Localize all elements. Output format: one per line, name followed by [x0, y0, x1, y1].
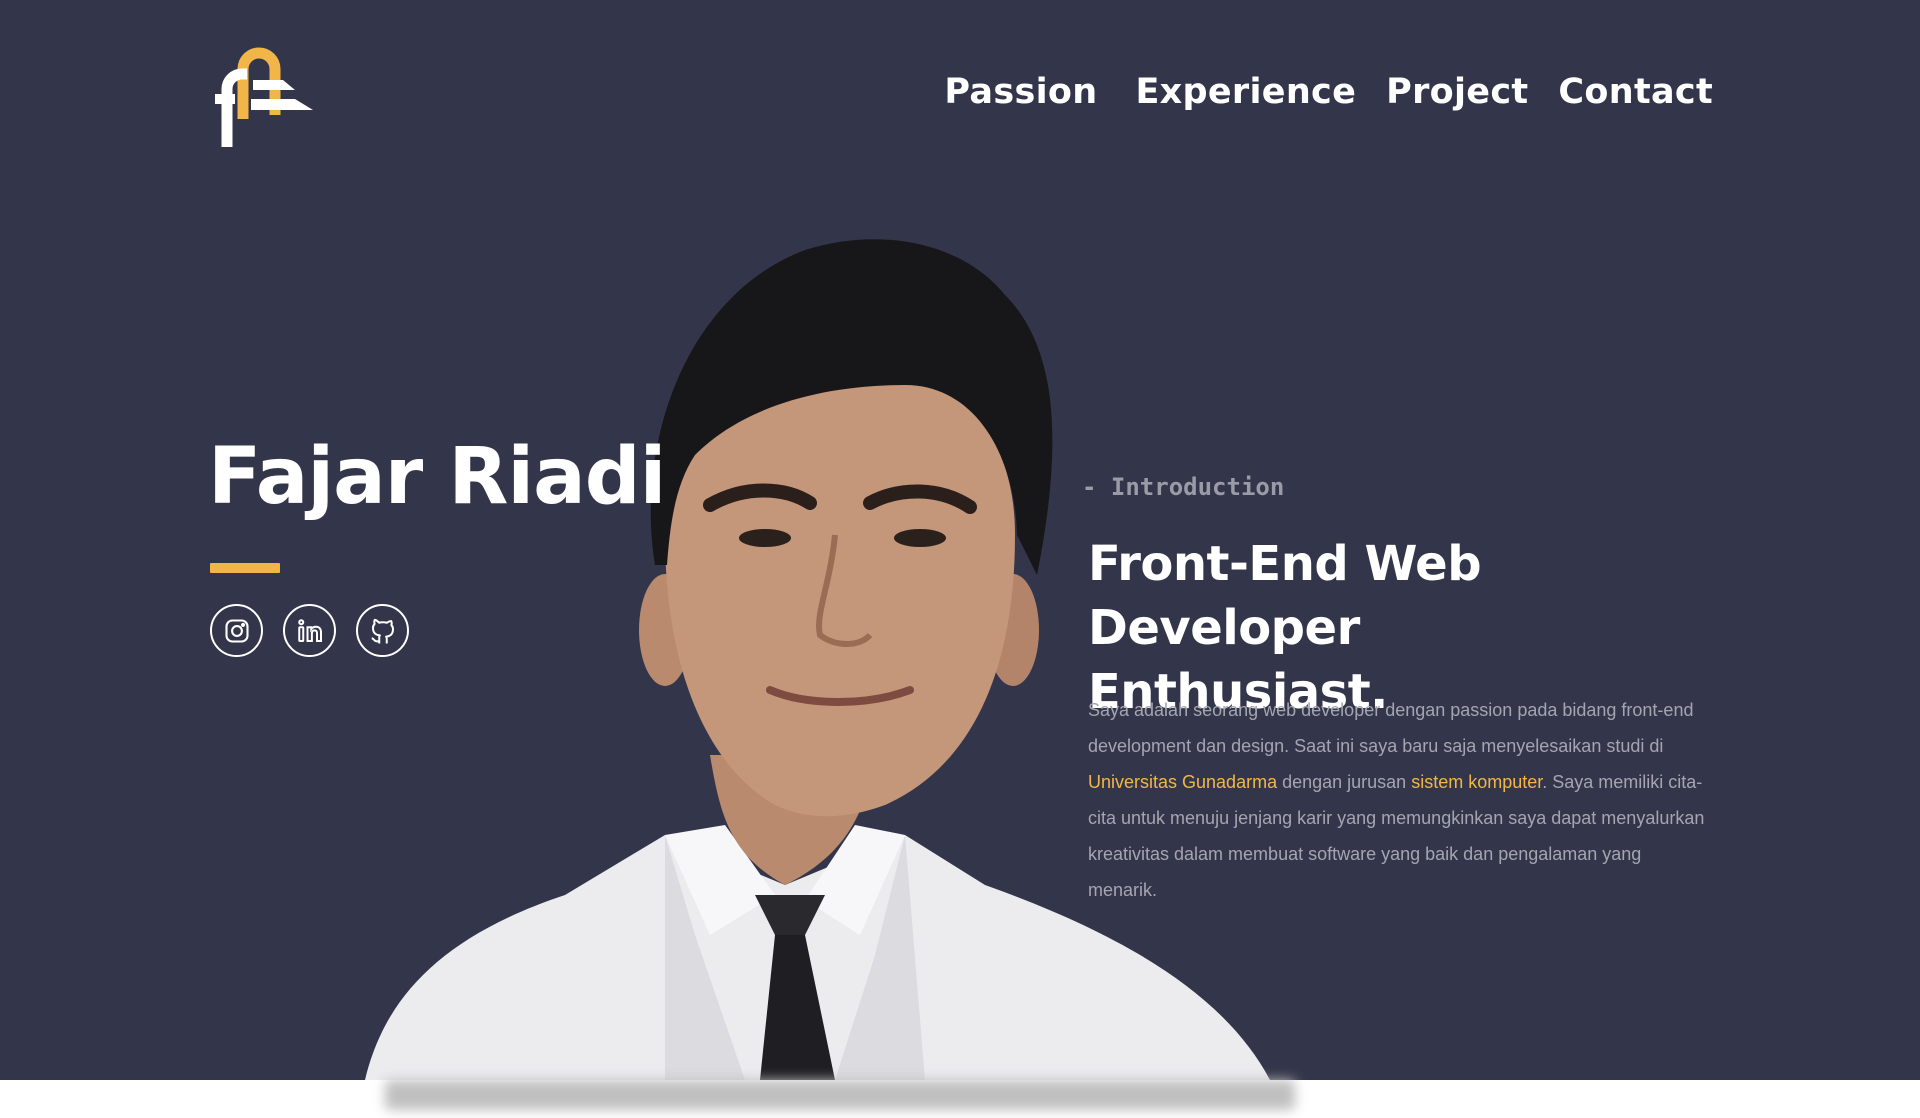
- bio-paragraph: Saya adalah seorang web developer dengan…: [1088, 692, 1708, 908]
- nav-link-experience[interactable]: Experience: [1135, 72, 1356, 112]
- intro-label: - Introduction: [1082, 473, 1285, 501]
- bio-text-1: Saya adalah seorang web developer dengan…: [1088, 700, 1694, 756]
- university-highlight: Universitas Gunadarma: [1088, 772, 1278, 792]
- logo[interactable]: [205, 47, 315, 153]
- main-nav: Passion Experience Project Contact: [944, 72, 1713, 112]
- headline-line-1: Front-End Web Developer: [1088, 536, 1482, 656]
- social-links: [210, 604, 409, 657]
- nav-link-passion[interactable]: Passion: [944, 72, 1097, 112]
- linkedin-icon: [297, 618, 322, 642]
- hero-section: Passion Experience Project Contact Fajar…: [0, 0, 1920, 1080]
- linkedin-link[interactable]: [283, 604, 336, 657]
- github-link[interactable]: [356, 604, 409, 657]
- hero-name: Fajar Riadi: [208, 432, 666, 522]
- nav-link-contact[interactable]: Contact: [1558, 72, 1713, 112]
- instagram-icon: [224, 618, 249, 643]
- instagram-link[interactable]: [210, 604, 263, 657]
- nav-link-project[interactable]: Project: [1386, 72, 1528, 112]
- major-highlight: sistem komputer: [1411, 772, 1543, 792]
- portrait-shadow: [385, 1080, 1295, 1110]
- bio-text-2: dengan jurusan: [1277, 772, 1412, 792]
- github-icon: [370, 618, 394, 643]
- accent-bar: [210, 563, 280, 573]
